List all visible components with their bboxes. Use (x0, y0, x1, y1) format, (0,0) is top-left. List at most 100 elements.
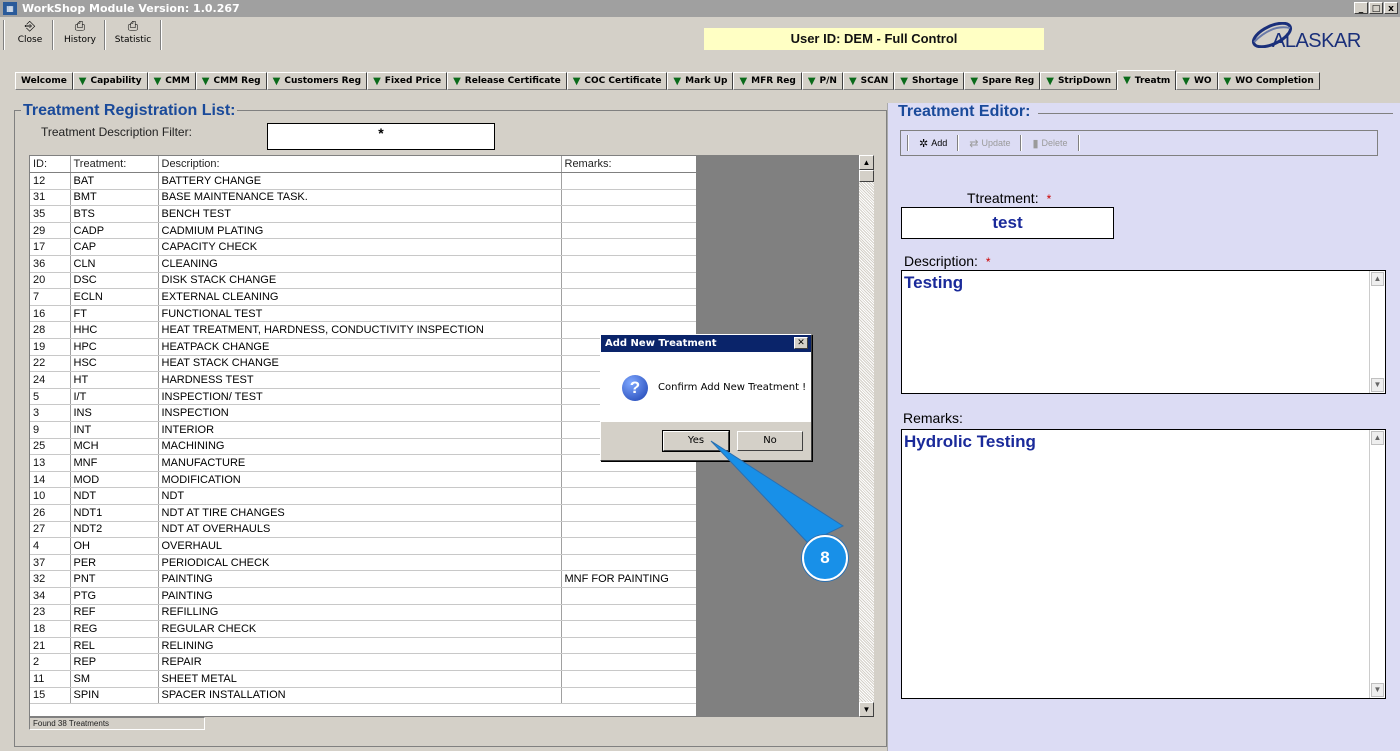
close-window-button[interactable]: x (1384, 2, 1398, 14)
tab-mark-up[interactable]: ▼ Mark Up (667, 72, 734, 90)
scroll-down-icon[interactable]: ▼ (859, 702, 874, 717)
tab-flag-icon: ▼ (272, 75, 281, 87)
table-row[interactable]: 32 PNT PAINTING MNF FOR PAINTING (30, 570, 696, 588)
tab-stripdown[interactable]: ▼ StripDown (1040, 72, 1118, 90)
table-row[interactable]: 23 REF REFILLING (30, 604, 696, 622)
tab-coc-certificate[interactable]: ▼ COC Certificate (566, 72, 668, 90)
tab-cmm[interactable]: ▼ CMM (147, 72, 196, 90)
scroll-down-icon[interactable]: ▼ (1371, 683, 1384, 697)
table-row[interactable]: 18 REG REGULAR CHECK (30, 620, 696, 638)
scroll-up-icon[interactable]: ▲ (1371, 431, 1384, 445)
table-row[interactable]: 4 OH OVERHAUL (30, 537, 696, 555)
tab-capability[interactable]: ▼ Capability (72, 72, 148, 90)
tab-flag-icon: ▼ (373, 75, 381, 87)
tab-flag-icon: ▼ (673, 75, 682, 87)
table-row[interactable]: 21 REL RELINING (30, 637, 696, 655)
table-row[interactable]: 31 BMT BASE MAINTENANCE TASK. (30, 189, 696, 207)
tab-wo[interactable]: ▼ WO (1176, 72, 1218, 90)
table-row[interactable]: 12 BAT BATTERY CHANGE (30, 172, 696, 190)
table-row[interactable]: 28 HHC HEAT TREATMENT, HARDNESS, CONDUCTIV… (30, 321, 696, 340)
table-row[interactable]: 26 NDT1 NDT AT TIRE CHANGES (30, 504, 696, 522)
column-header-remarks[interactable]: Remarks: (561, 156, 696, 174)
tab-release-certificate[interactable]: ▼ Release Certificate (447, 72, 567, 90)
table-row[interactable]: 7 ECLN EXTERNAL CLEANING (30, 288, 696, 306)
tab-flag-icon: ▼ (807, 75, 816, 87)
table-row[interactable]: 35 BTS BENCH TEST (30, 205, 696, 223)
tab-welcome[interactable]: Welcome (15, 72, 73, 90)
cell-id: 34 (30, 587, 71, 605)
cell-remarks (561, 554, 696, 572)
column-header-description[interactable]: Description: (158, 156, 562, 174)
add-button[interactable]: ✲ Add (915, 137, 951, 150)
description-filter-input[interactable]: * (267, 123, 495, 150)
table-row[interactable]: 9 INT INTERIOR (30, 421, 696, 439)
table-row[interactable]: 16 FT FUNCTIONAL TEST (30, 305, 696, 323)
scroll-thumb[interactable] (859, 170, 874, 182)
description-textarea[interactable]: Testing ▲ ▼ (901, 270, 1386, 394)
maximize-button[interactable]: □ (1369, 2, 1383, 14)
table-row[interactable]: 5 I/T INSPECTION/ TEST (30, 388, 696, 406)
cell-treatment: CADP (70, 222, 159, 240)
editor-toolbar-separator (957, 135, 960, 151)
remarks-textarea[interactable]: Hydrolic Testing ▲ ▼ (901, 429, 1386, 699)
cell-remarks (561, 604, 696, 622)
description-scrollbar[interactable]: ▲ ▼ (1369, 271, 1385, 393)
treatment-grid[interactable]: ID: Treatment: Description: Remarks: 12 B… (29, 155, 697, 717)
tab-flag-icon: ▼ (1182, 75, 1190, 87)
toolbar-separator (104, 20, 106, 50)
tab-mfr-reg[interactable]: ▼ MFR Reg (733, 72, 802, 90)
treatment-input[interactable]: test (901, 207, 1114, 239)
yes-button[interactable]: Yes (662, 430, 730, 452)
cell-id: 2 (30, 653, 71, 671)
table-body: 12 BAT BATTERY CHANGE 31 BMT BASE MAINTENANCE… (30, 172, 696, 705)
table-row[interactable]: 2 REP REPAIR (30, 653, 696, 671)
column-header-treatment[interactable]: Treatment: (70, 156, 159, 174)
table-row[interactable]: 29 CADP CADMIUM PLATING (30, 222, 696, 240)
tab-customers-reg[interactable]: ▼ Customers Reg (266, 72, 368, 90)
update-button[interactable]: ⇄ Update (965, 137, 1014, 150)
no-button[interactable]: No (737, 431, 803, 451)
table-row[interactable]: 13 MNF MANUFACTURE (30, 454, 696, 472)
close-button[interactable]: ⎆ Close (12, 19, 48, 51)
cell-treatment: CAP (70, 238, 159, 257)
table-row[interactable]: 34 PTG PAINTING (30, 587, 696, 605)
statistic-button[interactable]: ⎙ Statistic (110, 19, 156, 51)
tab-shortage[interactable]: ▼ Shortage (894, 72, 965, 90)
table-row[interactable]: 11 SM SHEET METAL (30, 670, 696, 688)
table-row[interactable]: 15 SPIN SPACER INSTALLATION (30, 687, 696, 705)
tab-cmm-reg[interactable]: ▼ CMM Reg (195, 72, 267, 90)
table-row[interactable]: 25 MCH MACHINING (30, 438, 696, 456)
scroll-down-icon[interactable]: ▼ (1371, 378, 1384, 392)
cell-treatment: CLN (70, 255, 159, 273)
table-row[interactable]: 17 CAP CAPACITY CHECK (30, 238, 696, 257)
tab-flag-icon: ▼ (1123, 75, 1131, 86)
table-row[interactable]: 3 INS INSPECTION (30, 404, 696, 422)
tab-fixed-price[interactable]: ▼ Fixed Price (367, 72, 448, 90)
column-header-id[interactable]: ID: (30, 156, 71, 174)
minimize-button[interactable]: _ (1354, 2, 1368, 14)
scroll-up-icon[interactable]: ▲ (1371, 272, 1384, 286)
tab-spare-reg[interactable]: ▼ Spare Reg (964, 72, 1041, 90)
dialog-close-icon[interactable]: ✕ (794, 337, 808, 349)
dialog-title: Add New Treatment (605, 338, 717, 349)
history-button[interactable]: ⎙ History (60, 19, 100, 51)
table-row[interactable]: 20 DSC DISK STACK CHANGE (30, 272, 696, 290)
required-marker: * (985, 255, 991, 269)
table-row[interactable]: 24 HT HARDNESS TEST (30, 371, 696, 389)
table-row[interactable]: 22 HSC HEAT STACK CHANGE (30, 355, 696, 373)
tab-scan[interactable]: ▼ SCAN (842, 72, 895, 90)
grid-vertical-scrollbar[interactable]: ▲ ▼ (859, 155, 874, 717)
table-row[interactable]: 27 NDT2 NDT AT OVERHAULS (30, 521, 696, 539)
tab-treatm[interactable]: ▼ Treatm (1117, 70, 1177, 90)
remarks-scrollbar[interactable]: ▲ ▼ (1369, 430, 1385, 698)
table-row[interactable]: 10 NDT NDT (30, 487, 696, 505)
table-row[interactable]: 19 HPC HEATPACK CHANGE (30, 338, 696, 356)
scroll-up-icon[interactable]: ▲ (859, 155, 874, 170)
cell-description: INSPECTION (158, 404, 562, 422)
tab-pn[interactable]: ▼ P/N (801, 72, 843, 90)
table-row[interactable]: 37 PER PERIODICAL CHECK (30, 554, 696, 572)
delete-button[interactable]: ▮ Delete (1028, 137, 1071, 150)
tab-wo-completion[interactable]: ▼ WO Completion (1217, 72, 1320, 90)
table-row[interactable]: 14 MOD MODIFICATION (30, 471, 696, 489)
table-row[interactable]: 36 CLN CLEANING (30, 255, 696, 273)
